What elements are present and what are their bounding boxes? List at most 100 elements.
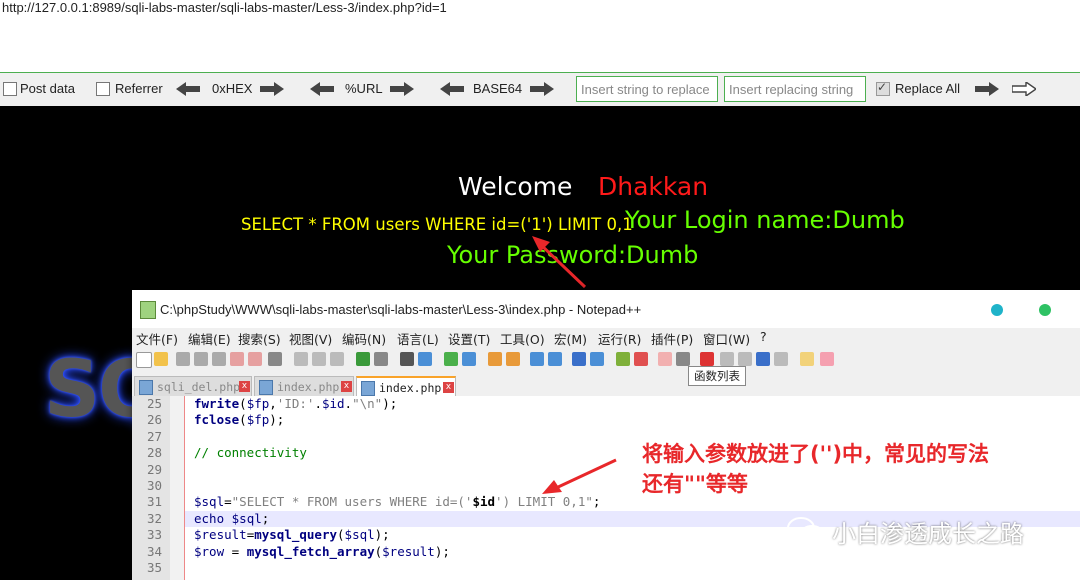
close-file-icon[interactable] bbox=[212, 352, 226, 366]
menu-search[interactable]: 搜索(S) bbox=[238, 329, 281, 348]
monitor-icon[interactable] bbox=[676, 352, 690, 366]
tab-close-icon[interactable]: x bbox=[443, 382, 454, 393]
welcome-text: Welcome bbox=[458, 172, 573, 201]
doc-list-icon[interactable] bbox=[658, 352, 672, 366]
replace-next-arrow-icon[interactable] bbox=[1012, 82, 1036, 96]
code-text: $sql="SELECT * FROM users WHERE id=('$id… bbox=[194, 494, 601, 510]
sync-v-icon[interactable] bbox=[488, 352, 502, 366]
tab-sqli-del[interactable]: sqli_del.php x bbox=[134, 376, 252, 396]
file-icon bbox=[259, 380, 273, 395]
cut-icon[interactable] bbox=[294, 352, 308, 366]
tab-index-active[interactable]: index.php x bbox=[356, 376, 456, 396]
watermark-text: 小白渗透成长之路 bbox=[832, 520, 1024, 548]
base64-encode-arrow-icon[interactable] bbox=[530, 82, 554, 96]
replace-all-label: Replace All bbox=[895, 81, 961, 96]
login-name-output: Your Login name:Dumb bbox=[625, 206, 905, 234]
menu-edit[interactable]: 编辑(E) bbox=[188, 329, 231, 348]
notepadpp-app-icon bbox=[140, 301, 156, 319]
zoom-out-icon[interactable] bbox=[462, 352, 476, 366]
npp-tab-bar: sqli_del.php x index.php x index.php x bbox=[132, 374, 1080, 396]
npp-title-bar: C:\phpStudy\WWW\sqli-labs-master\sqli-la… bbox=[132, 290, 1080, 328]
insert-string-input[interactable]: Insert string to replace bbox=[576, 76, 718, 102]
code-text: echo $sql; bbox=[194, 510, 270, 526]
line-number: 30 bbox=[146, 478, 162, 493]
npp-toolbar bbox=[132, 348, 1080, 372]
menu-plugins[interactable]: 插件(P) bbox=[651, 329, 693, 348]
show-all-chars-icon[interactable] bbox=[548, 352, 562, 366]
tab-index-1[interactable]: index.php x bbox=[254, 376, 354, 396]
replace-all-checkbox[interactable] bbox=[876, 80, 890, 96]
insert-replacing-input[interactable]: Insert replacing string bbox=[724, 76, 866, 102]
word-wrap-icon[interactable] bbox=[530, 352, 544, 366]
tab-close-icon[interactable]: x bbox=[239, 381, 250, 392]
undo-icon[interactable] bbox=[356, 352, 370, 366]
code-line: 26 fclose($fp); bbox=[132, 412, 1080, 428]
zoom-in-icon[interactable] bbox=[444, 352, 458, 366]
menu-encoding[interactable]: 编码(N) bbox=[342, 329, 386, 348]
play-macro-icon[interactable] bbox=[738, 352, 752, 366]
url-decode-arrow-icon[interactable] bbox=[310, 82, 334, 96]
copy-icon[interactable] bbox=[312, 352, 326, 366]
sync-h-icon[interactable] bbox=[506, 352, 520, 366]
menu-language[interactable]: 语言(L) bbox=[397, 329, 439, 348]
post-data-checkbox[interactable] bbox=[3, 82, 17, 96]
url-text[interactable]: http://127.0.0.1:8989/sqli-labs-master/s… bbox=[2, 0, 447, 15]
annotation-line-2: 还有""等等 bbox=[642, 472, 748, 496]
heart-icon[interactable] bbox=[820, 352, 834, 366]
find-icon[interactable] bbox=[400, 352, 414, 366]
hex-encode-arrow-icon[interactable] bbox=[260, 82, 284, 96]
minimize-dot-icon[interactable] bbox=[991, 304, 1003, 316]
close-others-icon[interactable] bbox=[248, 352, 262, 366]
file-icon bbox=[361, 381, 375, 396]
redo-icon[interactable] bbox=[374, 352, 388, 366]
hackbar: Post data Referrer 0xHEX %URL BASE64 Ins… bbox=[0, 72, 1080, 106]
indent-guide-icon[interactable] bbox=[572, 352, 586, 366]
base64-decode-arrow-icon[interactable] bbox=[440, 82, 464, 96]
url-encode-arrow-icon[interactable] bbox=[390, 82, 414, 96]
menu-run[interactable]: 运行(R) bbox=[598, 329, 641, 348]
line-number: 27 bbox=[146, 428, 162, 444]
record-macro-icon[interactable] bbox=[700, 352, 714, 366]
code-line: 31 $sql="SELECT * FROM users WHERE id=('… bbox=[132, 494, 1080, 510]
menu-help[interactable]: ? bbox=[760, 329, 767, 344]
menu-tools[interactable]: 工具(O) bbox=[500, 329, 545, 348]
npp-menu-bar: 文件(F) 编辑(E) 搜索(S) 视图(V) 编码(N) 语言(L) 设置(T… bbox=[132, 328, 1080, 348]
line-number: 34 bbox=[146, 543, 162, 559]
function-list-icon[interactable] bbox=[634, 352, 648, 366]
new-file-icon[interactable] bbox=[136, 352, 152, 368]
code-text: $result=mysql_query($sql); bbox=[194, 527, 390, 543]
referrer-checkbox[interactable] bbox=[96, 82, 110, 96]
maximize-dot-icon[interactable] bbox=[1039, 304, 1051, 316]
url-label: %URL bbox=[345, 81, 383, 96]
code-text: fclose($fp); bbox=[194, 412, 285, 428]
line-number: 29 bbox=[146, 461, 162, 477]
replace-arrow-icon[interactable] bbox=[975, 82, 999, 96]
close-all-icon[interactable] bbox=[230, 352, 244, 366]
line-number: 35 bbox=[146, 560, 162, 575]
tab-label: sqli_del.php bbox=[157, 380, 241, 394]
menu-view[interactable]: 视图(V) bbox=[289, 329, 332, 348]
code-line: 35 bbox=[132, 560, 1080, 576]
menu-macro[interactable]: 宏(M) bbox=[554, 329, 587, 348]
folder-as-workspace-icon[interactable] bbox=[616, 352, 630, 366]
open-file-icon[interactable] bbox=[154, 352, 168, 366]
tab-close-icon[interactable]: x bbox=[341, 381, 352, 392]
doc-map-icon[interactable] bbox=[590, 352, 604, 366]
stop-macro-icon[interactable] bbox=[720, 352, 734, 366]
run-macro-multiple-icon[interactable] bbox=[756, 352, 770, 366]
menu-file[interactable]: 文件(F) bbox=[136, 329, 178, 348]
print-icon[interactable] bbox=[268, 352, 282, 366]
paste-icon[interactable] bbox=[330, 352, 344, 366]
menu-window[interactable]: 窗口(W) bbox=[703, 329, 750, 348]
spell-check-icon[interactable] bbox=[800, 352, 814, 366]
hex-decode-arrow-icon[interactable] bbox=[176, 82, 200, 96]
menu-settings[interactable]: 设置(T) bbox=[448, 329, 490, 348]
base64-label: BASE64 bbox=[473, 81, 523, 96]
referrer-label: Referrer bbox=[115, 81, 163, 96]
save-macro-icon[interactable] bbox=[774, 352, 788, 366]
save-icon[interactable] bbox=[176, 352, 190, 366]
save-all-icon[interactable] bbox=[194, 352, 208, 366]
replace-icon[interactable] bbox=[418, 352, 432, 366]
red-arrow-icon bbox=[532, 236, 587, 289]
code-text: $row = mysql_fetch_array($result); bbox=[194, 543, 450, 559]
